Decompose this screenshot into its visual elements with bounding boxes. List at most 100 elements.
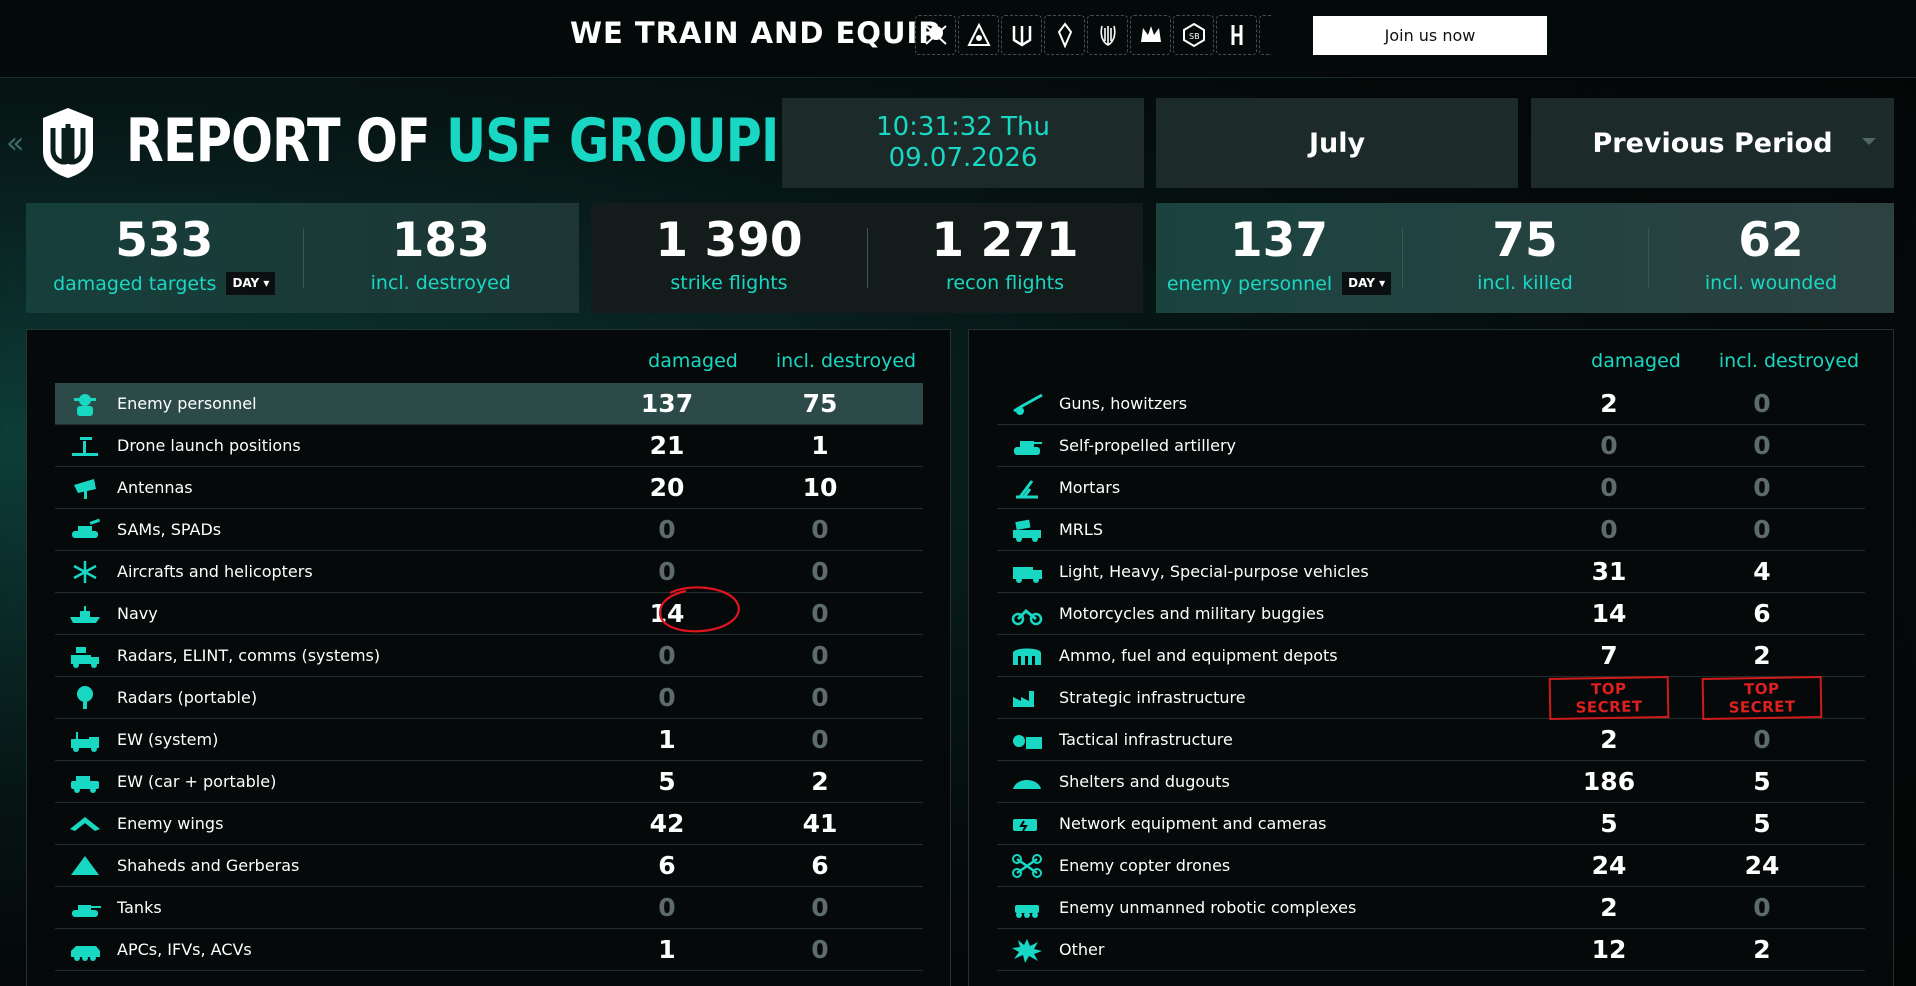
drone-icon: [997, 845, 1057, 887]
trident-icon[interactable]: [1001, 15, 1042, 55]
destroyed-value: 0: [1753, 893, 1771, 922]
row-label: Enemy personnel: [117, 394, 257, 413]
damaged-value: 24: [1591, 851, 1627, 880]
destroyed-value: 5: [1753, 809, 1771, 838]
mortar-icon: [997, 467, 1057, 509]
table-row[interactable]: Tanks 0 0: [55, 887, 923, 929]
top-secret-text: TOP SECRET: [1701, 675, 1823, 720]
row-label: EW (car + portable): [117, 772, 277, 791]
destroyed-value: 0: [1753, 725, 1771, 754]
destroyed-value: 6: [1753, 599, 1771, 628]
table-row[interactable]: APCs, IFVs, ACVs 1 0: [55, 929, 923, 971]
shelter-icon: [997, 761, 1057, 803]
stat-incl-destroyed: 183 incl. destroyed: [302, 203, 580, 313]
destroyed-value: 6: [811, 851, 829, 880]
table-row[interactable]: Drone launch positions 21 1: [55, 425, 923, 467]
claw-icon[interactable]: [1087, 15, 1128, 55]
table-row[interactable]: Aircrafts and helicopters 0 0: [55, 551, 923, 593]
crown-icon[interactable]: [1130, 15, 1171, 55]
stat-incl-wounded: 62 incl. wounded: [1648, 203, 1894, 313]
bolt-icon[interactable]: [1216, 15, 1257, 55]
stat-strike-flights: 1 390 strike flights: [591, 203, 867, 313]
table-row[interactable]: SAMs, SPADs 0 0: [55, 509, 923, 551]
stat-value: 137: [1229, 213, 1329, 268]
row-label: Radars, ELINT, comms (systems): [117, 646, 381, 665]
damaged-value: 21: [649, 431, 685, 460]
stat-damaged-targets: 533 damaged targets DAY ▾: [26, 203, 303, 313]
table-row[interactable]: Shaheds and Gerberas 6 6: [55, 845, 923, 887]
row-label: SAMs, SPADs: [117, 520, 222, 539]
table-row[interactable]: Motorcycles and military buggies 14 6: [997, 593, 1865, 635]
row-label: Navy: [117, 604, 158, 623]
damaged-value: 7: [1600, 641, 1618, 670]
skull-icon[interactable]: [915, 15, 956, 55]
destroyed-value: 0: [1753, 473, 1771, 502]
collapse-sidebar-icon[interactable]: «: [6, 126, 24, 161]
stat-value: 183: [391, 213, 490, 268]
top-secret-stamp: TOP SECRET: [1701, 675, 1823, 720]
row-label: Guns, howitzers: [1059, 394, 1188, 413]
stats-flights-group: 1 390 strike flights 1 271 recon flights: [591, 203, 1143, 313]
table-row[interactable]: Shelters and dugouts 186 5: [997, 761, 1865, 803]
helicopter-icon: [55, 551, 115, 593]
table-row[interactable]: MRLS 0 0: [997, 509, 1865, 551]
table-row[interactable]: Network equipment and cameras 5 5: [997, 803, 1865, 845]
cube-icon[interactable]: SB: [1173, 15, 1214, 55]
explosion-icon: [997, 929, 1057, 971]
table-row[interactable]: Navy 14 0: [55, 593, 923, 635]
destroyed-value: 0: [811, 557, 829, 586]
damaged-value: 0: [658, 515, 676, 544]
day-dropdown-button[interactable]: DAY ▾: [1342, 272, 1392, 295]
stat-label: recon flights: [946, 272, 1064, 294]
destroyed-value: 41: [802, 809, 838, 838]
month-selector[interactable]: July: [1156, 98, 1518, 188]
tactical-infra-icon: [997, 719, 1057, 761]
table-row[interactable]: Enemy personnel 137 75: [55, 383, 923, 425]
table-row[interactable]: Mortars 0 0: [997, 467, 1865, 509]
table-row[interactable]: EW (car + portable) 5 2: [55, 761, 923, 803]
destroyed-value: 2: [1753, 935, 1771, 964]
damaged-value: 0: [1600, 473, 1618, 502]
table-row[interactable]: Other 12 2: [997, 929, 1865, 971]
row-label: Shelters and dugouts: [1059, 772, 1230, 791]
stat-label-row: damaged targets DAY ▾: [53, 272, 276, 295]
table-row[interactable]: Enemy copter drones 24 24: [997, 845, 1865, 887]
row-label: MRLS: [1059, 520, 1103, 539]
truck-icon: [997, 551, 1057, 593]
destroyed-value: 0: [811, 515, 829, 544]
soldier-icon: [55, 383, 115, 425]
table-row[interactable]: Radars (portable) 0 0: [55, 677, 923, 719]
damaged-value: 6: [658, 851, 676, 880]
table-row[interactable]: Guns, howitzers 2 0: [997, 383, 1865, 425]
table-row[interactable]: Tactical infrastructure 2 0: [997, 719, 1865, 761]
top-secret-stamp: TOP SECRET: [1548, 675, 1670, 720]
date-text: 09.07.2026: [888, 143, 1038, 173]
table-row[interactable]: Radars, ELINT, comms (systems) 0 0: [55, 635, 923, 677]
table-row[interactable]: Self-propelled artillery 0 0: [997, 425, 1865, 467]
table-row[interactable]: Light, Heavy, Special-purpose vehicles 31…: [997, 551, 1865, 593]
period-dropdown[interactable]: Previous Period: [1531, 98, 1894, 188]
blade-icon[interactable]: [1044, 15, 1085, 55]
table-row[interactable]: Enemy unmanned robotic complexes 2 0: [997, 887, 1865, 929]
damaged-value: 20: [649, 473, 685, 502]
launch-pad-icon: [55, 425, 115, 467]
table-row[interactable]: EW (system) 1 0: [55, 719, 923, 761]
chevron-down-icon: [1862, 138, 1876, 145]
partial-icon[interactable]: [1259, 15, 1271, 55]
damaged-value: 2: [1600, 893, 1618, 922]
destroyed-value: 0: [811, 893, 829, 922]
destroyed-value: 4: [1753, 557, 1771, 586]
damaged-value: 0: [1600, 431, 1618, 460]
pyramid-icon[interactable]: [958, 15, 999, 55]
join-us-button[interactable]: Join us now: [1313, 16, 1547, 55]
day-dropdown-button[interactable]: DAY ▾: [226, 272, 276, 295]
mrls-icon: [997, 509, 1057, 551]
table-row[interactable]: Strategic infrastructure TOP SECRET TOP SE…: [997, 675, 1865, 720]
table-row[interactable]: Antennas 20 10: [55, 467, 923, 509]
row-label: Enemy unmanned robotic complexes: [1059, 898, 1357, 917]
table-row[interactable]: Enemy wings 42 41: [55, 803, 923, 845]
depot-icon: [997, 635, 1057, 677]
row-label: Enemy copter drones: [1059, 856, 1231, 875]
wing-icon: [55, 803, 115, 845]
table-row[interactable]: Ammo, fuel and equipment depots 7 2: [997, 635, 1865, 677]
